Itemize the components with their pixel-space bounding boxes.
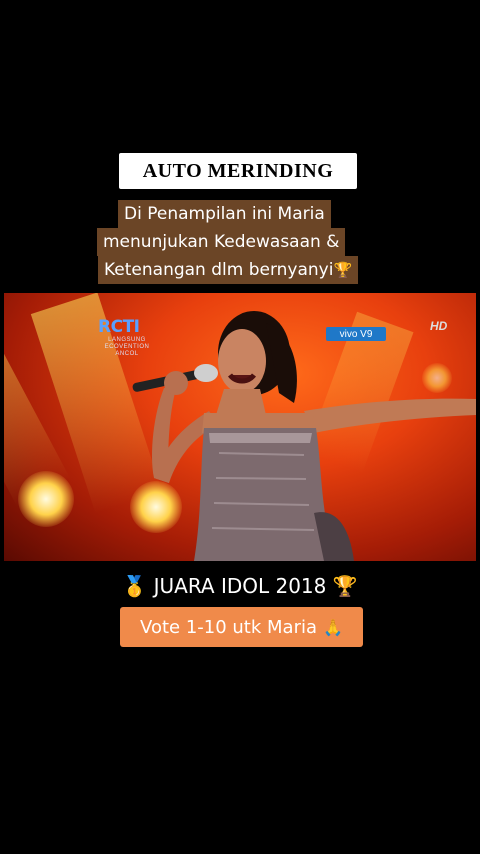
caption-line-2: menunjukan Kedewasaan & — [97, 228, 346, 256]
channel-sub-text-1: LANGSUNG — [108, 337, 146, 343]
channel-logo-text: RCTI — [98, 317, 140, 337]
trophy-icon: 🏆 — [332, 574, 358, 598]
juara-caption: 🥇 JUARA IDOL 2018 🏆 — [0, 571, 480, 601]
channel-sub-text-2: ECOVENTION — [104, 344, 150, 350]
sponsor-logo: vivo V9 — [326, 327, 386, 341]
medal-icon: 🥇 — [122, 574, 148, 598]
channel-sub-text-3: ANCOL — [115, 351, 139, 357]
vote-text: Vote 1-10 utk Maria — [140, 616, 318, 638]
trophy-icon: 🏆 — [333, 261, 353, 279]
caption-line-3-text: Ketenangan dlm bernyanyi — [104, 260, 334, 280]
vote-caption: Vote 1-10 utk Maria 🙏 — [120, 607, 363, 647]
caption-line-1: Di Penampilan ini Maria — [118, 200, 331, 228]
channel-logo: RCTI LANGSUNG ECOVENTION ANCOL — [98, 317, 156, 361]
video-frame[interactable]: RCTI LANGSUNG ECOVENTION ANCOL vivo V9 H… — [4, 293, 476, 561]
title-banner: AUTO MERINDING — [119, 153, 357, 189]
caption-line-3: Ketenangan dlm bernyanyi🏆 — [98, 256, 359, 284]
hd-badge: HD — [430, 319, 448, 333]
praying-hands-icon: 🙏 — [323, 617, 343, 637]
juara-text: JUARA IDOL 2018 — [153, 574, 327, 598]
singer-figure — [132, 311, 476, 561]
